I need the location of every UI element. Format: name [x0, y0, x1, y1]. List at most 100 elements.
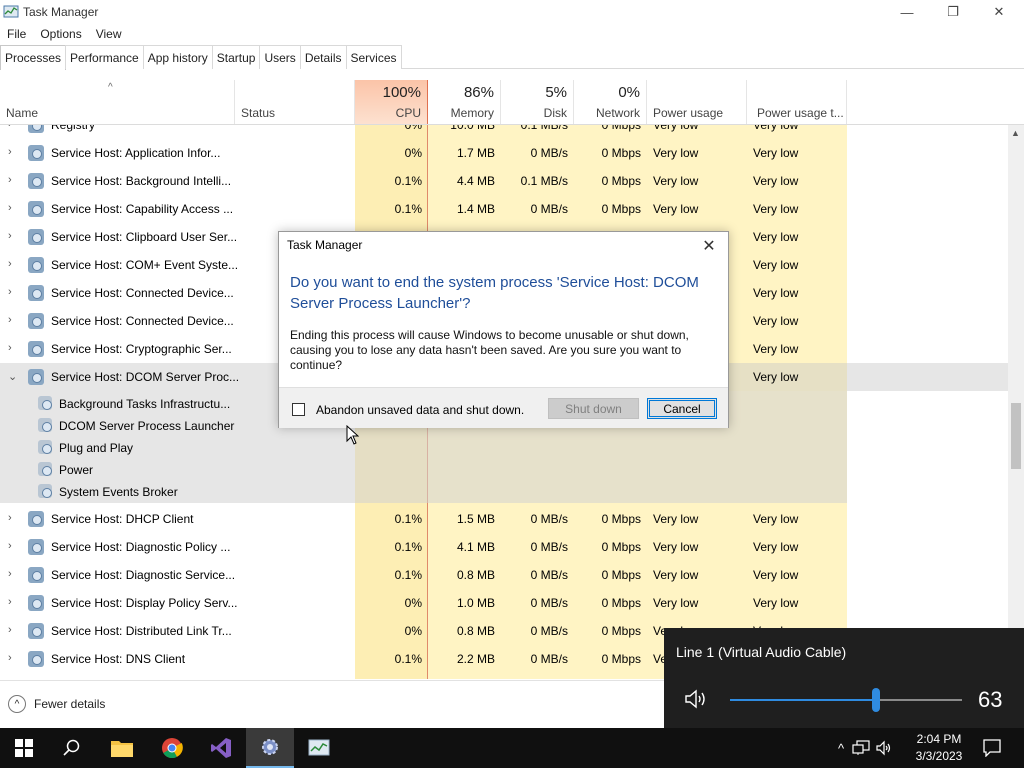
table-row[interactable]: › Service Host: Diagnostic Service... 0.1%…	[0, 561, 1010, 589]
scroll-thumb[interactable]	[1011, 403, 1021, 469]
fewer-details-label: Fewer details	[34, 697, 106, 711]
cell-mem: 4.1 MB	[456, 540, 495, 554]
start-button[interactable]	[0, 728, 48, 768]
volume-slider-fill	[730, 699, 877, 701]
tab-users[interactable]: Users	[259, 45, 301, 69]
service-child-row[interactable]: Power	[0, 459, 1010, 481]
search-button[interactable]	[48, 728, 96, 768]
service-child-row[interactable]: System Events Broker	[0, 481, 1010, 503]
expand-chevron-icon[interactable]: ›	[8, 202, 12, 214]
column-power-usage-trend[interactable]: Power usage t...	[747, 80, 847, 124]
column-disk[interactable]: 5% Disk	[501, 80, 574, 124]
service-host-icon	[28, 257, 44, 273]
expand-chevron-icon[interactable]: ›	[8, 596, 12, 608]
fewer-details-button[interactable]: ^ Fewer details	[8, 695, 105, 713]
volume-tray-icon[interactable]	[876, 740, 894, 756]
menu-options[interactable]: Options	[33, 27, 88, 41]
restore-button[interactable]: ❐	[930, 0, 976, 24]
taskbar-chrome[interactable]	[148, 728, 196, 768]
table-row[interactable]: › Service Host: Background Intelli... 0.1%…	[0, 167, 1010, 195]
process-name: Service Host: Application Infor...	[51, 146, 221, 160]
column-network[interactable]: 0% Network	[574, 80, 647, 124]
expand-chevron-icon[interactable]: ›	[8, 624, 12, 636]
cell-net: 0 Mbps	[601, 202, 641, 216]
cell-mem: 4.5 MB	[428, 673, 501, 679]
speaker-icon[interactable]	[684, 688, 710, 715]
vertical-scrollbar[interactable]: ▲	[1008, 125, 1024, 679]
tray-chevron-up-icon[interactable]: ^	[838, 741, 844, 756]
cell-disk: 0 MB/s	[530, 512, 568, 526]
expand-chevron-icon[interactable]: ›	[8, 230, 12, 242]
service-host-icon	[28, 341, 44, 357]
process-name: Service Host: Capability Access ...	[51, 202, 234, 216]
tab-performance[interactable]: Performance	[65, 45, 144, 69]
taskbar-task-manager[interactable]	[295, 728, 343, 768]
expand-chevron-icon[interactable]: ›	[8, 286, 12, 298]
expand-chevron-icon[interactable]: ›	[8, 540, 12, 552]
expand-chevron-icon[interactable]: ›	[8, 652, 12, 664]
column-name[interactable]: ^ Name	[0, 80, 235, 124]
cell-power-trend: Very low	[753, 370, 799, 384]
tab-startup[interactable]: Startup	[211, 45, 261, 69]
expand-chevron-icon[interactable]: ›	[8, 146, 12, 158]
volume-slider-handle[interactable]	[872, 688, 881, 712]
expand-chevron-icon[interactable]: ›	[8, 314, 12, 326]
tab-services[interactable]: Services	[345, 45, 402, 69]
app-gear-icon	[262, 739, 278, 755]
service-host-icon	[28, 229, 44, 245]
column-power-usage[interactable]: Power usage	[647, 80, 747, 124]
tab-app-history[interactable]: App history	[142, 45, 213, 69]
audio-device-name[interactable]: Line 1 (Virtual Audio Cable)	[676, 644, 846, 660]
menu-view[interactable]: View	[89, 27, 129, 41]
expand-chevron-icon[interactable]: ›	[8, 125, 12, 130]
cell-cpu: 0%	[404, 596, 422, 610]
cell-cpu: 0%	[355, 673, 428, 679]
cell-disk: 0 MB/s	[530, 202, 568, 216]
expand-chevron-icon[interactable]: ›	[8, 568, 12, 580]
volume-slider[interactable]	[730, 688, 962, 712]
action-center-button[interactable]	[968, 728, 1016, 768]
taskbar-app-active[interactable]	[246, 728, 294, 768]
scroll-up-icon[interactable]: ▲	[1011, 128, 1020, 138]
service-host-icon	[28, 201, 44, 217]
table-row[interactable]: › Service Host: DHCP Client 0.1% 1.5 MB 0 MB…	[0, 505, 1010, 533]
cell-power-trend: Very low	[753, 342, 799, 356]
service-child-row[interactable]: Plug and Play	[0, 437, 1010, 459]
column-memory[interactable]: 86% Memory	[428, 80, 501, 124]
table-row[interactable]: › Service Host: Capability Access ... 0.1%…	[0, 195, 1010, 223]
table-row[interactable]: › Service Host: Application Infor... 0% 1.7…	[0, 139, 1010, 167]
expand-chevron-icon[interactable]: ›	[8, 512, 12, 524]
menu-file[interactable]: File	[0, 27, 33, 41]
close-button[interactable]: ✕	[976, 0, 1022, 24]
table-row[interactable]: › Service Host: Display Policy Serv... 0% 1…	[0, 589, 1010, 617]
expand-chevron-icon[interactable]: ›	[8, 174, 12, 186]
service-gear-icon	[38, 418, 52, 432]
cell-power-trend: Very low	[753, 596, 799, 610]
tab-details[interactable]: Details	[299, 45, 347, 69]
collapse-chevron-icon[interactable]: ⌄	[8, 370, 17, 383]
table-row[interactable]: › Registry 0% 10.0 MB 0.1 MB/s 0 Mbps Very low…	[0, 125, 1010, 139]
network-icon[interactable]	[852, 740, 870, 756]
dialog-close-icon[interactable]: ✕	[696, 235, 722, 257]
column-status[interactable]: Status	[235, 80, 355, 124]
cell-mem: 1.7 MB	[456, 146, 495, 160]
abandon-data-label[interactable]: Abandon unsaved data and shut down.	[316, 403, 524, 417]
cell-power: Very low	[653, 540, 699, 554]
cell-power-trend: Very low	[753, 512, 799, 526]
table-row[interactable]: › Service Host: Diagnostic Policy ... 0.1%…	[0, 533, 1010, 561]
taskbar-file-explorer[interactable]	[98, 728, 146, 768]
minimize-button[interactable]: —	[884, 0, 930, 24]
expand-chevron-icon[interactable]: ›	[8, 342, 12, 354]
abandon-data-checkbox[interactable]	[292, 403, 305, 416]
shut-down-button[interactable]: Shut down	[548, 398, 639, 419]
tab-processes[interactable]: Processes	[0, 45, 67, 70]
service-host-icon	[28, 511, 44, 527]
process-name: Service Host: Connected Device...	[51, 286, 234, 300]
column-cpu[interactable]: 100% CPU	[355, 80, 428, 124]
expand-chevron-icon[interactable]: ›	[8, 258, 12, 270]
service-host-icon	[28, 595, 44, 611]
column-header: ^ Name Status 100% CPU 86% Memory 5% Dis…	[0, 80, 1024, 125]
cancel-button[interactable]: Cancel	[647, 398, 717, 419]
taskbar-visual-studio[interactable]	[197, 728, 245, 768]
taskbar-clock[interactable]: 2:04 PM 3/3/2023	[906, 731, 972, 765]
